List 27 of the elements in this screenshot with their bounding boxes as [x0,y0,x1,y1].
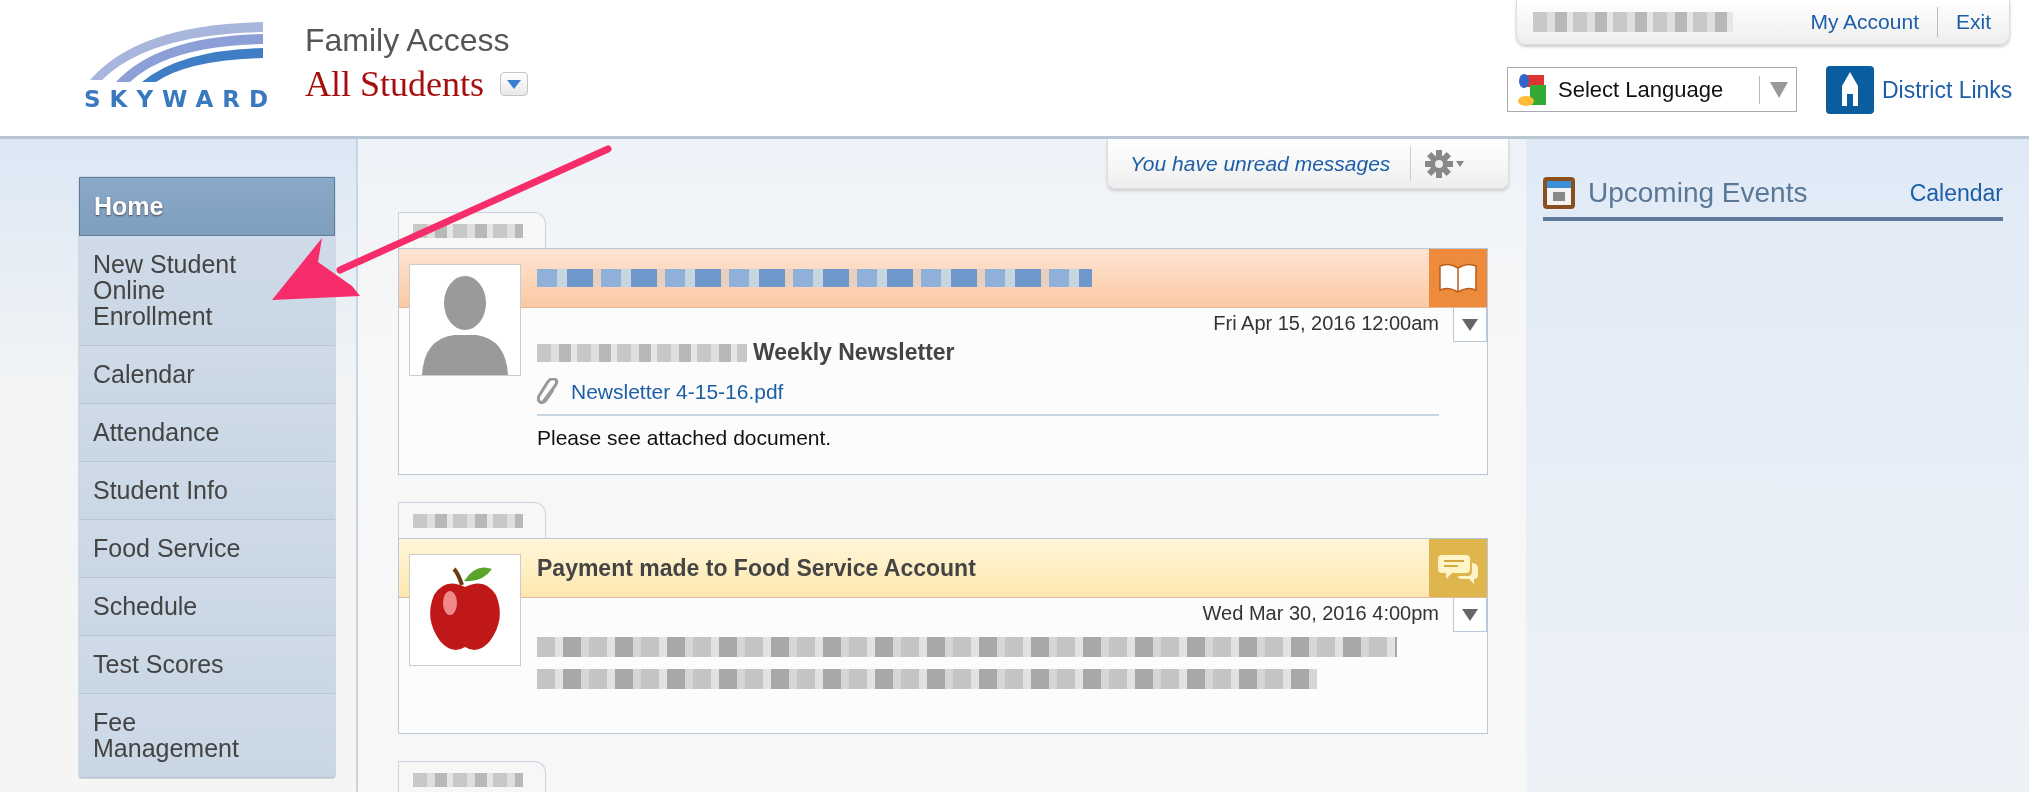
account-link[interactable]: My Account [1792,10,1937,34]
app-title: Family Access [305,22,511,59]
attachment-link[interactable]: Newsletter 4-15-16.pdf [571,380,784,404]
calendar-link[interactable]: Calendar [1909,179,2003,207]
paperclip-icon [537,378,561,406]
calendar-icon [1543,177,1575,209]
translate-logo-icon [1516,72,1548,107]
events-title: Upcoming Events [1588,177,1808,209]
exit-link[interactable]: Exit [1938,10,2009,34]
dropdown-button[interactable] [500,72,528,96]
caret-icon [507,79,521,89]
logo-text: SKYWARD [84,86,277,112]
message-title: Payment made to Food Service Account [537,554,976,582]
caret-icon [1462,608,1478,621]
message-date: Wed Mar 30, 2016 4:00pm [1201,602,1439,625]
district-links[interactable]: District Links [1826,66,2013,114]
expand-button[interactable] [1453,308,1487,342]
book-icon [1438,262,1478,294]
student-selector: All Students [305,63,484,105]
message-body: Please see attached document. [537,426,833,450]
message-date: Fri Apr 15, 2016 12:00am [1212,312,1439,335]
caret-icon [1462,318,1478,331]
expand-button[interactable] [1453,598,1487,632]
caret-icon [1770,81,1788,98]
schoolhouse-icon [1826,66,1874,114]
message-subject: Weekly Newsletter [753,339,955,366]
language-select[interactable]: Select Language [1507,67,1797,112]
